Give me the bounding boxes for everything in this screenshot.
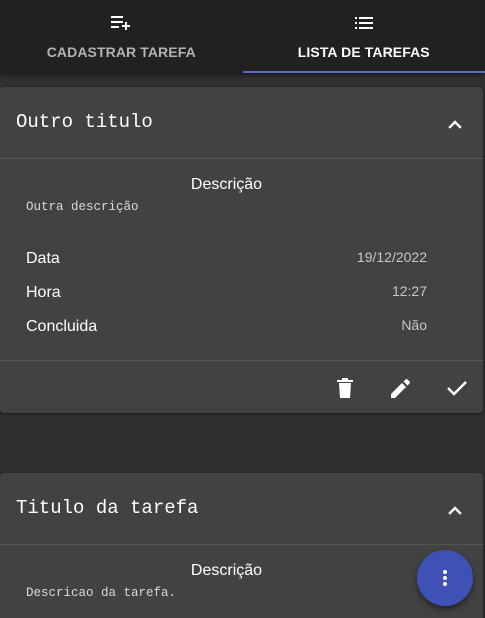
edit-button[interactable] xyxy=(389,376,413,400)
date-value: 19/12/2022 xyxy=(356,249,427,265)
time-label: Hora xyxy=(26,284,61,301)
task-description: Outra descrição xyxy=(26,200,139,214)
tab-lista-de-tarefas-label: LISTA DE TAREFAS xyxy=(297,44,430,60)
actions-divider xyxy=(0,360,483,361)
check-icon xyxy=(447,381,467,396)
tab-bar: CADASTRAR TAREFA LISTA DE TAREFAS xyxy=(0,0,485,73)
tab-cadastrar-tarefa[interactable]: CADASTRAR TAREFA xyxy=(0,0,243,73)
completed-value: Não xyxy=(401,317,427,333)
more-options-fab[interactable] xyxy=(417,550,473,606)
task-card-header[interactable]: Titulo da tarefa xyxy=(0,473,483,545)
completed-label: Concluida xyxy=(26,318,98,335)
task-title: Titulo da tarefa xyxy=(16,497,199,519)
complete-button[interactable] xyxy=(445,376,469,400)
chevron-up-icon[interactable] xyxy=(444,499,466,521)
delete-button[interactable] xyxy=(333,376,357,400)
more-vert-icon xyxy=(443,570,447,586)
task-card-header[interactable]: Outro titulo xyxy=(0,87,483,159)
list-icon xyxy=(354,13,373,33)
tab-cadastrar-tarefa-label: CADASTRAR TAREFA xyxy=(46,44,196,60)
description-label: Descrição xyxy=(190,562,263,579)
edit-icon xyxy=(391,379,410,398)
task-card: Titulo da tarefa Descrição Descricao da … xyxy=(0,473,483,618)
date-label: Data xyxy=(26,250,60,267)
active-tab-indicator xyxy=(242,71,485,73)
tab-lista-de-tarefas[interactable]: LISTA DE TAREFAS xyxy=(242,0,485,73)
delete-icon xyxy=(337,378,353,398)
chevron-up-icon[interactable] xyxy=(444,113,466,135)
playlist-add-icon xyxy=(111,13,131,33)
time-value: 12:27 xyxy=(391,283,427,299)
task-description: Descricao da tarefa. xyxy=(26,586,177,600)
task-title: Outro titulo xyxy=(16,111,153,133)
description-label: Descrição xyxy=(190,176,263,193)
task-card: Outro titulo Descrição Outra descrição D… xyxy=(0,87,483,413)
